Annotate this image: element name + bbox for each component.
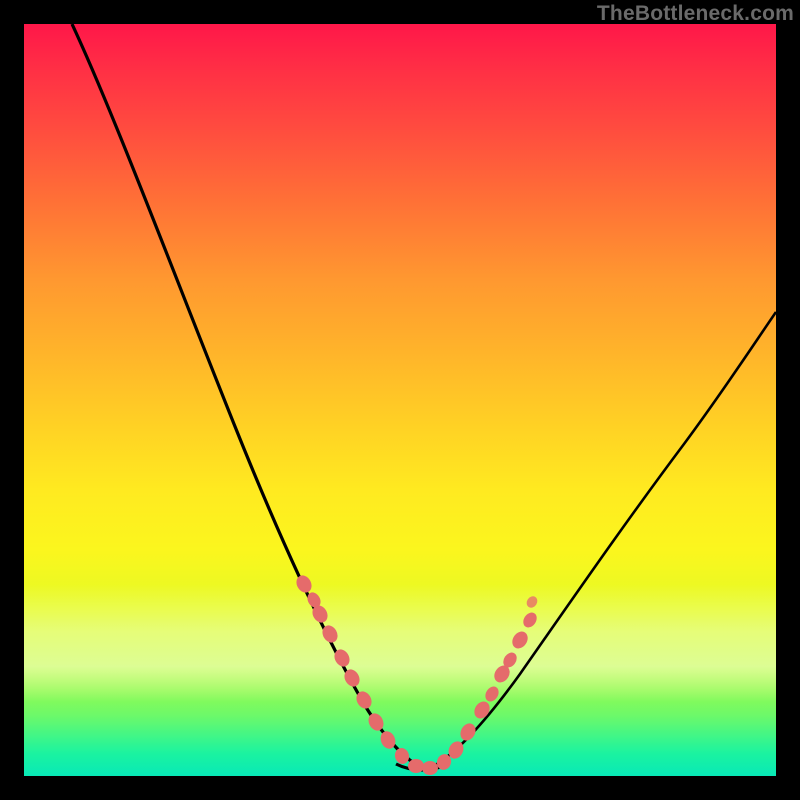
- left-curve: [72, 24, 422, 768]
- marker-cluster-right: [435, 594, 540, 772]
- attribution-text: TheBottleneck.com: [597, 2, 794, 26]
- chart-frame: [24, 24, 776, 776]
- marker-cluster-left: [293, 573, 438, 775]
- right-curve: [430, 312, 776, 768]
- chart-svg: [24, 24, 776, 776]
